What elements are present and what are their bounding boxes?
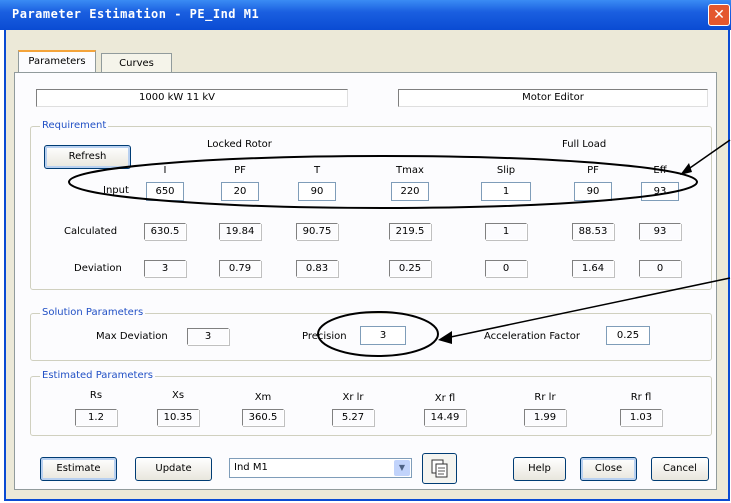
est-value-xr-lr: 5.27 — [332, 409, 374, 426]
est-header-xr-fl: Xr fl — [434, 393, 456, 404]
deviation-tmax: 0.25 — [389, 260, 431, 277]
col-header-t: T — [313, 165, 321, 176]
calculated-i: 630.5 — [144, 223, 186, 240]
est-header-rr-lr: Rr lr — [534, 392, 556, 403]
precision-input[interactable]: 3 — [360, 326, 406, 345]
max-deviation-label: Max Deviation — [96, 331, 168, 342]
input-eff[interactable]: 93 — [641, 182, 679, 201]
update-button[interactable]: Update — [135, 457, 212, 481]
motor-select[interactable]: Ind M1 ▼ — [229, 458, 412, 478]
deviation-t: 0.83 — [296, 260, 338, 277]
col-header-tmax: Tmax — [396, 165, 424, 176]
input-pf-lr[interactable]: 20 — [221, 182, 259, 201]
calculated-pf-lr: 19.84 — [219, 223, 261, 240]
deviation-pf-lr: 0.79 — [219, 260, 261, 277]
precision-label: Precision — [302, 331, 347, 342]
est-header-xs: Xs — [171, 390, 185, 401]
estimate-button-label: Estimate — [56, 463, 101, 474]
copy-button[interactable] — [422, 453, 457, 484]
update-button-label: Update — [155, 463, 192, 474]
input-slip[interactable]: 1 — [481, 182, 531, 201]
est-value-rr-lr: 1.99 — [524, 409, 566, 426]
col-header-i: I — [163, 165, 167, 176]
close-button[interactable]: Close — [580, 457, 637, 481]
col-header-slip: Slip — [496, 165, 516, 176]
deviation-eff: 0 — [639, 260, 681, 277]
est-header-xr-lr: Xr lr — [342, 392, 364, 403]
deviation-slip: 0 — [485, 260, 527, 277]
title-bar[interactable]: Parameter Estimation - PE_Ind M1 ✕ — [0, 0, 731, 30]
help-button-label: Help — [528, 463, 551, 474]
refresh-button-label: Refresh — [68, 151, 107, 162]
refresh-button[interactable]: Refresh — [44, 145, 131, 169]
row-label-deviation: Deviation — [74, 263, 122, 274]
chevron-down-icon[interactable]: ▼ — [394, 460, 410, 476]
est-value-rs: 1.2 — [75, 409, 117, 426]
rating-display: 1000 kW 11 kV — [36, 89, 348, 107]
col-header-pf-lr: PF — [234, 165, 246, 176]
col-header-pf-fl: PF — [587, 165, 599, 176]
calculated-tmax: 219.5 — [389, 223, 431, 240]
editor-display: Motor Editor — [398, 89, 708, 107]
cancel-button[interactable]: Cancel — [651, 457, 709, 481]
solution-parameters-group-label: Solution Parameters — [40, 307, 146, 318]
requirement-group-label: Requirement — [40, 120, 109, 131]
copy-icon — [431, 459, 447, 478]
parameter-estimation-window: Parameter Estimation - PE_Ind M1 ✕ Param… — [0, 0, 731, 503]
estimated-parameters-group-label: Estimated Parameters — [40, 370, 155, 381]
calculated-t: 90.75 — [296, 223, 338, 240]
estimated-parameters-group — [30, 376, 712, 436]
acceleration-factor-input[interactable]: 0.25 — [606, 326, 650, 345]
input-t[interactable]: 90 — [298, 182, 336, 201]
close-icon: ✕ — [713, 7, 725, 23]
tab-parameters-label: Parameters — [28, 56, 86, 67]
acceleration-factor-label: Acceleration Factor — [484, 331, 580, 342]
calculated-pf-fl: 88.53 — [572, 223, 614, 240]
input-i[interactable]: 650 — [146, 182, 184, 201]
col-header-eff: Eff — [653, 165, 667, 176]
est-header-rr-fl: Rr fl — [630, 392, 652, 403]
deviation-pf-fl: 1.64 — [572, 260, 614, 277]
calculated-slip: 1 — [485, 223, 527, 240]
cancel-button-label: Cancel — [663, 463, 697, 474]
input-pf-fl[interactable]: 90 — [574, 182, 612, 201]
est-header-rs: Rs — [89, 390, 103, 401]
help-button[interactable]: Help — [513, 457, 566, 481]
input-tmax[interactable]: 220 — [391, 182, 429, 201]
est-value-xr-fl: 14.49 — [424, 409, 466, 426]
est-header-xm: Xm — [254, 392, 272, 403]
row-label-calculated: Calculated — [64, 226, 118, 237]
locked-rotor-header: Locked Rotor — [207, 139, 272, 150]
full-load-header: Full Load — [562, 139, 607, 150]
max-deviation-value: 3 — [187, 328, 229, 345]
estimate-button[interactable]: Estimate — [40, 457, 117, 481]
close-button-label: Close — [594, 463, 623, 474]
tab-curves[interactable]: Curves — [101, 53, 172, 73]
calculated-eff: 93 — [639, 223, 681, 240]
motor-select-value: Ind M1 — [234, 462, 268, 473]
window-title: Parameter Estimation - PE_Ind M1 — [12, 7, 260, 21]
tab-parameters[interactable]: Parameters — [18, 50, 96, 72]
row-label-input: Input — [103, 185, 129, 196]
est-value-xs: 10.35 — [157, 409, 199, 426]
window-close-button[interactable]: ✕ — [708, 4, 730, 26]
deviation-i: 3 — [144, 260, 186, 277]
tab-curves-label: Curves — [119, 58, 154, 69]
est-value-rr-fl: 1.03 — [620, 409, 662, 426]
est-value-xm: 360.5 — [242, 409, 284, 426]
